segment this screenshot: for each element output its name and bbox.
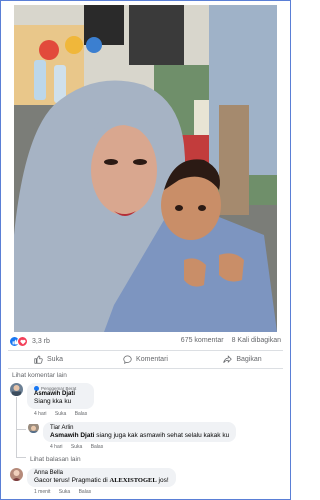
- thumbs-up-icon: [34, 355, 43, 364]
- comment-reply-link[interactable]: Balas: [75, 411, 88, 417]
- comment-item: Anna Bella Gacor terus! Pragmatic di ALE…: [10, 468, 176, 495]
- comment-meta: 1 menit Suka Balas: [27, 489, 176, 495]
- love-reaction-icon: [17, 336, 28, 347]
- photo-illustration: [14, 5, 277, 332]
- post-photo[interactable]: [14, 5, 277, 332]
- promoted-brand: ALEXISTOGEL: [109, 477, 157, 484]
- comment-like-link[interactable]: Suka: [59, 489, 70, 495]
- like-button[interactable]: Suka: [0, 351, 97, 368]
- comment-text: Siang kka ku: [34, 398, 72, 405]
- view-more-comments-link[interactable]: Lihat komentar lain: [12, 372, 67, 379]
- comment-like-link[interactable]: Suka: [55, 411, 66, 417]
- comment-text: Gacor terus! Pragmatic di ALEXISTOGEL jo…: [34, 477, 169, 484]
- mentioned-user[interactable]: Asmawih Djati: [50, 432, 94, 439]
- comment-bubble: Tiar Arlin Asmawih Djati siang juga kak …: [43, 422, 237, 442]
- comment-bubble-icon: [123, 355, 132, 364]
- comment-author[interactable]: Asmawih Djati: [34, 391, 87, 397]
- comment-reply-link[interactable]: Balas: [91, 444, 104, 450]
- commenter-avatar[interactable]: [10, 383, 23, 396]
- comment-reply-link[interactable]: Balas: [79, 489, 92, 495]
- comment-count[interactable]: 675 komentar: [181, 337, 224, 344]
- like-button-label: Suka: [47, 356, 63, 363]
- comment-button[interactable]: Komentari: [97, 351, 194, 368]
- reply-text-body: siang juga kak asmawih sehat selalu kaka…: [94, 432, 230, 439]
- comment-text-suffix: jos!: [156, 477, 169, 484]
- reply-text: Asmawih Djati siang juga kak asmawih seh…: [50, 432, 229, 439]
- reactions-summary[interactable]: 3,3 rb: [9, 336, 50, 347]
- divider: [8, 368, 283, 369]
- commenter-avatar[interactable]: [28, 422, 39, 433]
- comment-meta: 4 hari Suka Balas: [27, 411, 94, 417]
- comment-item: Penggemar Berat Asmawih Djati Siang kka …: [10, 383, 95, 417]
- thread-line: [16, 397, 17, 457]
- comment-like-link[interactable]: Suka: [71, 444, 82, 450]
- comment-author[interactable]: Anna Bella: [34, 470, 169, 476]
- comment-bubble: Anna Bella Gacor terus! Pragmatic di ALE…: [27, 468, 176, 487]
- comment-time: 1 menit: [34, 489, 51, 495]
- thread-line: [16, 457, 26, 458]
- comment-meta: 4 hari Suka Balas: [43, 444, 236, 450]
- comment-button-label: Komentari: [136, 356, 168, 363]
- comment-bubble: Penggemar Berat Asmawih Djati Siang kka …: [27, 383, 95, 409]
- reply-author[interactable]: Tiar Arlin: [50, 425, 229, 431]
- share-button[interactable]: Bagikan: [194, 351, 291, 368]
- comment-text-prefix: Gacor terus! Pragmatic di: [34, 477, 110, 484]
- thread-line: [16, 429, 26, 430]
- commenter-avatar[interactable]: [10, 468, 23, 481]
- post-action-bar: Suka Komentari Bagikan: [0, 351, 291, 368]
- comment-time: 4 hari: [50, 444, 63, 450]
- comment-time: 4 hari: [34, 411, 47, 417]
- share-arrow-icon: [223, 355, 233, 364]
- view-more-replies-link[interactable]: Lihat balasan lain: [30, 456, 81, 463]
- reaction-count: 3,3 rb: [32, 338, 50, 345]
- share-button-label: Bagikan: [236, 356, 262, 363]
- reply-item: Tiar Arlin Asmawih Djati siang juga kak …: [28, 422, 237, 450]
- engagement-counts: 675 komentar 8 Kali dibagikan: [175, 337, 281, 344]
- post-stats: 3,3 rb 675 komentar 8 Kali dibagikan: [0, 334, 291, 350]
- share-count[interactable]: 8 Kali dibagikan: [232, 337, 281, 344]
